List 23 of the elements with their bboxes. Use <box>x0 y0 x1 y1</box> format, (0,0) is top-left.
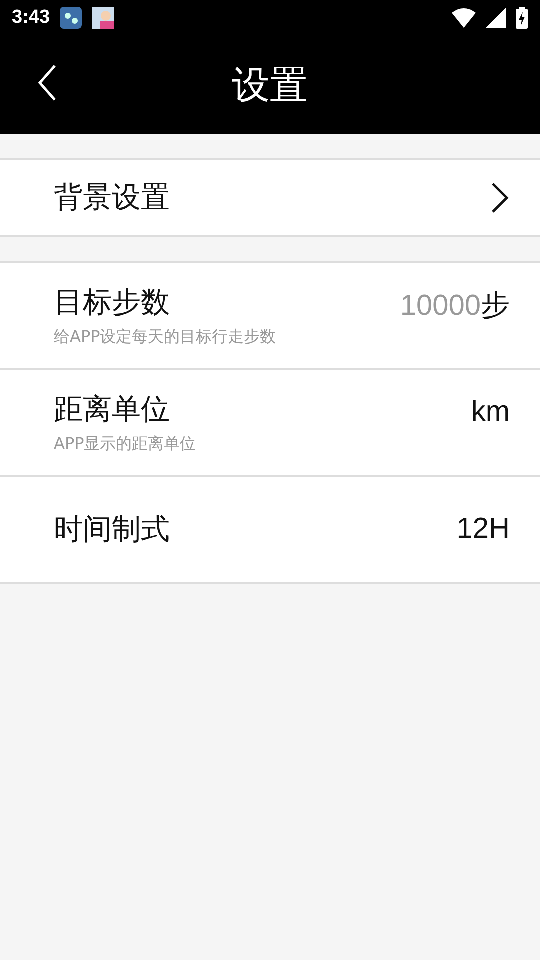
battery-icon <box>516 7 528 29</box>
row-value: km <box>471 396 510 429</box>
settings-row[interactable]: 背景设置 <box>0 160 540 237</box>
back-icon <box>37 64 57 102</box>
page-title: 设置 <box>232 62 308 108</box>
row-label: 背景设置 <box>54 178 170 216</box>
settings-row[interactable]: 时间制式 12H <box>0 477 540 584</box>
settings-row[interactable]: 目标步数 给APP设定每天的目标行走步数 10000步 <box>0 263 540 370</box>
value-unit: 步 <box>481 286 510 324</box>
signal-icon <box>486 8 506 28</box>
status-time: 3:43 <box>12 7 50 29</box>
row-label: 时间制式 <box>54 510 170 548</box>
row-value: 10000 <box>400 290 481 322</box>
row-value: 12H <box>456 513 510 546</box>
row-hint: 给APP设定每天的目标行走步数 <box>54 327 276 348</box>
notification-icon <box>60 7 82 29</box>
row-label: 距离单位 <box>54 391 171 428</box>
row-hint: APP显示的距离单位 <box>54 434 196 455</box>
wifi-icon <box>452 8 476 28</box>
settings-row[interactable]: 距离单位 APP显示的距离单位 km <box>0 370 540 477</box>
row-label: 目标步数 <box>54 284 171 321</box>
notification-icon <box>92 7 114 29</box>
chevron-right-icon <box>490 182 510 214</box>
